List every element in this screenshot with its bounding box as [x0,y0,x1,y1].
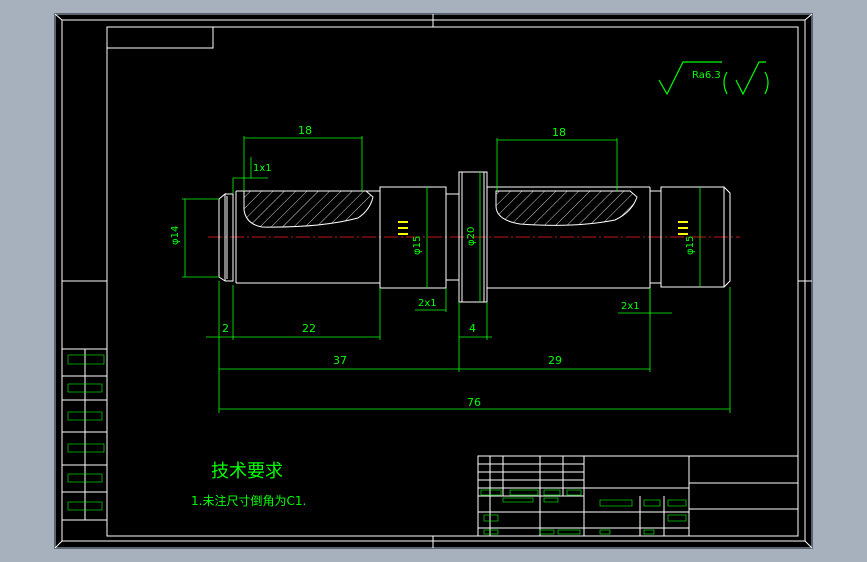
cad-drawing-canvas[interactable]: Ra6.3 18 18 1x1 φ14 φ15 φ20 φ15 2x1 2x1 … [0,0,867,562]
dim-len-76: 76 [467,396,481,409]
dim-len-left-groove: 18 [298,124,312,137]
drawing-background [55,14,812,548]
dim-len-2: 2 [222,322,229,335]
dim-dia-left: φ14 [170,226,181,245]
dim-len-37: 37 [333,354,347,367]
tech-requirements-item-1: 1.未注尺寸倒角为C1. [191,493,306,508]
dim-len-29: 29 [548,354,562,367]
dim-len-22: 22 [302,322,316,335]
roughness-label: Ra6.3 [692,70,721,81]
dim-dia-mid: φ20 [466,227,477,246]
dim-len-right-groove: 18 [552,126,566,139]
dim-dia-shoulder: φ15 [412,236,423,255]
tech-requirements-title: 技术要求 [211,461,283,482]
dim-step-right: 2x1 [621,301,640,312]
dim-step-left: 2x1 [418,298,437,309]
dim-chamfer: 1x1 [253,163,272,174]
dim-len-4: 4 [469,322,476,335]
dim-dia-right: φ15 [685,236,696,255]
